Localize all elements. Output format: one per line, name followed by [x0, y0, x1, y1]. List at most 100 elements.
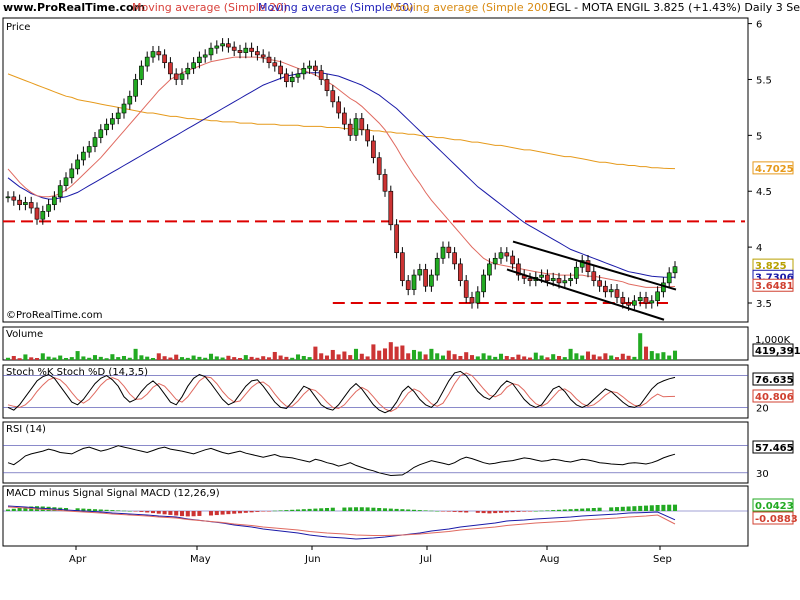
- rsi-tick-label: 30: [756, 469, 769, 480]
- macd-hist-bar: [545, 510, 550, 511]
- volume-bar: [556, 355, 562, 360]
- volume-bar: [98, 356, 103, 360]
- volume-bar: [469, 355, 475, 360]
- candle: [382, 174, 388, 192]
- volume-bar: [568, 348, 573, 360]
- label-ma20: 3.6481: [755, 281, 794, 292]
- candle: [336, 101, 341, 114]
- technical-chart: Price3.544.555.563.8253.73063.64814.7025…: [2, 17, 800, 565]
- macd-hist-bar: [522, 511, 527, 512]
- volume-bar: [87, 357, 92, 360]
- candle: [394, 224, 399, 254]
- candle: [81, 151, 86, 161]
- macd-hist-bar: [493, 511, 498, 514]
- candle: [661, 282, 666, 293]
- macd-hist-bar: [661, 504, 666, 511]
- macd-hist-bar: [672, 504, 678, 511]
- x-tick-label: Sep: [653, 554, 672, 565]
- volume-bar: [214, 356, 219, 360]
- macd-hist-bar: [232, 511, 237, 514]
- macd-hist-bar: [353, 507, 359, 511]
- macd-hist-bar: [458, 511, 463, 513]
- volume-bar: [440, 355, 446, 360]
- macd-hist-bar: [655, 505, 660, 511]
- volume-bar: [145, 356, 150, 360]
- macd-hist-bar: [87, 508, 92, 511]
- candle: [191, 62, 196, 69]
- volume-bar: [493, 356, 498, 360]
- volume-bar: [69, 357, 74, 360]
- candle: [179, 73, 185, 80]
- macd-hist-bar: [359, 507, 364, 511]
- macd-hist-bar: [643, 505, 649, 511]
- price-tick-label: 3.5: [756, 299, 772, 310]
- volume-bar: [203, 357, 208, 360]
- macd-hist-bar: [556, 509, 562, 511]
- x-tick-label: Jul: [419, 554, 432, 565]
- macd-hist-bar: [516, 511, 521, 512]
- macd-hist-bar: [597, 507, 602, 511]
- macd-hist-bar: [609, 507, 614, 511]
- rsi-title: RSI (14): [6, 424, 46, 435]
- candle: [23, 202, 28, 205]
- macd-hist-bar: [475, 511, 480, 513]
- macd-hist-last: 0.0423: [755, 501, 794, 512]
- macd-hist-bar: [266, 511, 272, 512]
- candle: [359, 118, 365, 131]
- macd-hist-bar: [220, 511, 225, 515]
- macd-hist-bar: [92, 509, 98, 511]
- candle: [608, 289, 614, 293]
- macd-hist-bar: [133, 511, 138, 512]
- label-ma200: 4.7025: [755, 164, 794, 175]
- volume-bar: [29, 357, 34, 360]
- macd-hist-bar: [626, 506, 631, 511]
- candle: [260, 54, 266, 58]
- volume-bar: [417, 351, 422, 360]
- stoch-tick-label: 20: [756, 403, 769, 414]
- candle: [376, 157, 382, 175]
- macd-hist-bar: [614, 507, 620, 511]
- site-name[interactable]: www.ProRealTime.com: [3, 1, 145, 15]
- candle: [231, 46, 237, 51]
- x-tick-label: May: [190, 554, 211, 565]
- volume-bar: [92, 355, 98, 360]
- volume-bar: [481, 353, 486, 360]
- volume-bar: [400, 345, 405, 360]
- candle: [510, 255, 515, 265]
- volume-bar: [423, 354, 428, 360]
- volume-bar: [388, 342, 393, 360]
- volume-bar: [168, 357, 173, 360]
- candle: [614, 289, 620, 298]
- macd-hist-bar: [110, 510, 115, 511]
- macd-last: -0.0883: [755, 514, 798, 525]
- volume-bar: [34, 357, 40, 360]
- candle: [86, 146, 92, 153]
- volume-bar: [377, 350, 382, 360]
- volume-bar: [174, 354, 179, 360]
- volume-bar: [313, 346, 318, 360]
- macd-hist-bar: [162, 511, 167, 515]
- macd-hist-bar: [406, 509, 411, 511]
- volume-bar: [655, 353, 660, 360]
- candle: [156, 51, 162, 56]
- macd-hist-bar: [423, 510, 428, 511]
- volume-bar: [527, 357, 533, 360]
- candle: [301, 67, 307, 75]
- stoch-title: Stoch %K Stoch %D (14,3,5): [6, 367, 148, 378]
- macd-hist-bar: [417, 510, 422, 511]
- candle: [649, 300, 655, 304]
- candle: [371, 140, 376, 159]
- macd-hist-bar: [261, 511, 266, 512]
- rsi-frame: [2, 421, 749, 484]
- candle: [405, 280, 411, 290]
- legend-ma200: Moving average (Simple 200): [390, 1, 553, 14]
- volume-bar: [104, 358, 109, 360]
- candle: [475, 291, 481, 304]
- volume-bar: [185, 357, 190, 360]
- copyright: ©ProRealTime.com: [6, 310, 102, 321]
- candle: [197, 56, 202, 64]
- volume-bar: [353, 348, 359, 360]
- candle: [550, 278, 556, 281]
- candle: [214, 45, 220, 49]
- macd-hist-bar: [197, 511, 202, 516]
